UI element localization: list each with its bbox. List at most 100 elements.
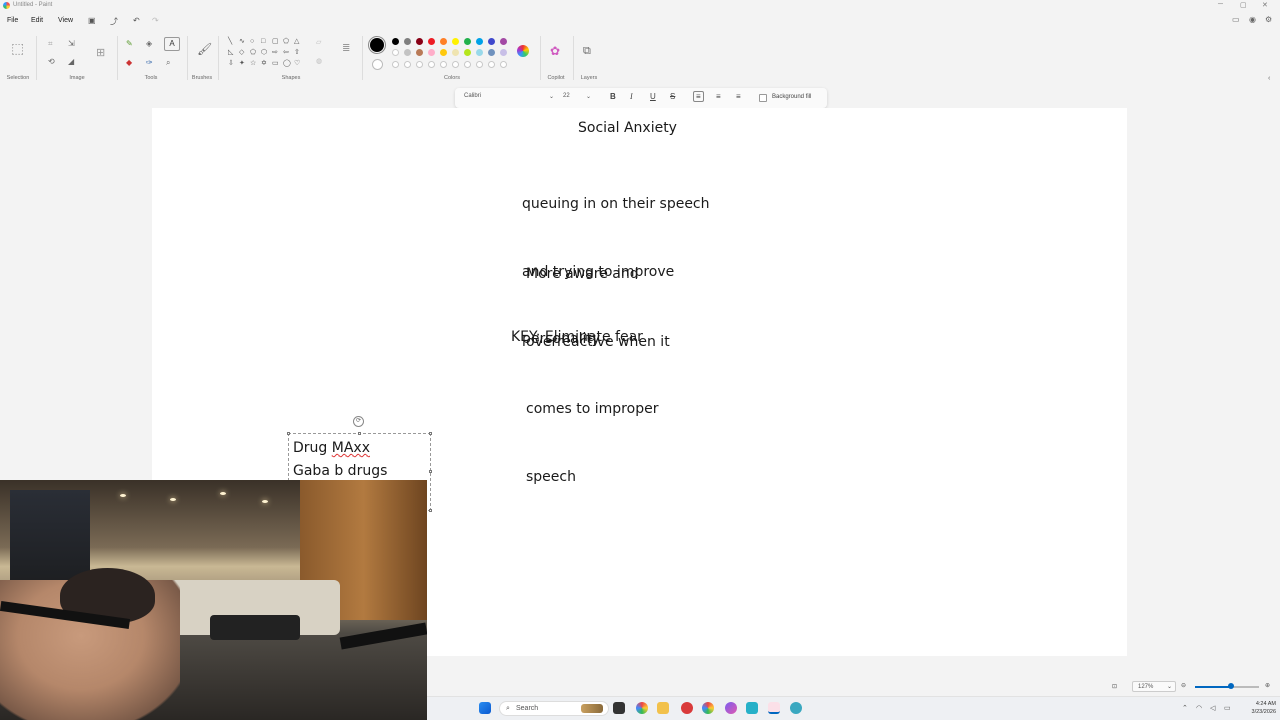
- italic-button[interactable]: I: [630, 92, 633, 101]
- custom-color-slot[interactable]: [428, 61, 435, 68]
- six-point-star-shape-icon[interactable]: ✡: [261, 60, 267, 67]
- magnifier-icon[interactable]: ⌕: [166, 59, 170, 67]
- color-swatch[interactable]: [428, 49, 435, 56]
- custom-color-slot[interactable]: [500, 61, 507, 68]
- custom-color-slot[interactable]: [488, 61, 495, 68]
- color-swatch[interactable]: [488, 49, 495, 56]
- align-right-icon[interactable]: ≡: [736, 92, 741, 101]
- outline-icon[interactable]: ▱: [316, 39, 321, 46]
- paint-taskbar-icon[interactable]: [768, 702, 780, 714]
- copilot-taskbar-icon[interactable]: [725, 702, 737, 714]
- line-shape-icon[interactable]: ╲: [228, 38, 232, 45]
- menu-edit[interactable]: Edit: [31, 17, 43, 24]
- color-swatch[interactable]: [428, 38, 435, 45]
- image-select-icon[interactable]: ⊞: [96, 48, 105, 59]
- comment-icon[interactable]: ▭: [1232, 15, 1240, 24]
- rotate-icon[interactable]: ⟲: [48, 58, 55, 66]
- zoom-in-icon[interactable]: ⊕: [1265, 682, 1270, 689]
- custom-color-slot[interactable]: [416, 61, 423, 68]
- menu-view[interactable]: View: [58, 17, 73, 24]
- color-swatch[interactable]: [416, 38, 423, 45]
- color-swatch[interactable]: [452, 38, 459, 45]
- collapse-ribbon-icon[interactable]: ‹: [1268, 75, 1270, 82]
- share-icon[interactable]: ⤴: [110, 16, 118, 27]
- zoom-slider-thumb[interactable]: [1227, 683, 1234, 689]
- arrow-down-shape-icon[interactable]: ⇩: [228, 60, 234, 67]
- start-icon[interactable]: [479, 702, 491, 714]
- font-dropdown[interactable]: Calibri ⌄: [464, 93, 554, 103]
- color-swatch[interactable]: [440, 49, 447, 56]
- taskbar-search[interactable]: ⌕ Search: [499, 701, 609, 716]
- save-icon[interactable]: ▣: [88, 16, 96, 25]
- secondary-color-swatch[interactable]: [372, 59, 383, 70]
- callout-oval-shape-icon[interactable]: ◯: [283, 60, 291, 67]
- color-swatch[interactable]: [404, 38, 411, 45]
- undo-icon[interactable]: ↶: [133, 16, 140, 25]
- color-swatch[interactable]: [464, 38, 471, 45]
- four-point-star-shape-icon[interactable]: ✦: [239, 60, 245, 67]
- settings-icon[interactable]: ⚙: [1265, 15, 1272, 24]
- rotate-handle-icon[interactable]: ⟳: [353, 416, 364, 427]
- fit-to-window-icon[interactable]: ⊡: [1112, 683, 1117, 690]
- maximize-icon[interactable]: ▢: [1240, 1, 1247, 9]
- right-triangle-shape-icon[interactable]: ◺: [228, 49, 233, 56]
- redo-icon[interactable]: ↷: [152, 16, 159, 25]
- arrow-right-shape-icon[interactable]: ⇨: [272, 49, 278, 56]
- custom-color-slot[interactable]: [392, 61, 399, 68]
- resize-handle[interactable]: [429, 509, 432, 512]
- curve-shape-icon[interactable]: ∿: [239, 38, 245, 45]
- color-swatch[interactable]: [500, 49, 507, 56]
- resize-handle[interactable]: [358, 432, 361, 435]
- color-swatch[interactable]: [488, 38, 495, 45]
- strikethrough-button[interactable]: S: [670, 92, 675, 101]
- five-point-star-shape-icon[interactable]: ☆: [250, 60, 256, 67]
- color-swatch[interactable]: [392, 38, 399, 45]
- brush-icon[interactable]: 🖌: [197, 43, 212, 55]
- text-tool-icon[interactable]: A: [164, 37, 180, 51]
- volume-icon[interactable]: ◁: [1210, 704, 1215, 712]
- app-icon-teal[interactable]: [790, 702, 802, 714]
- hexagon-shape-icon[interactable]: ⬡: [261, 49, 267, 56]
- arrow-left-shape-icon[interactable]: ⇦: [283, 49, 289, 56]
- color-swatch[interactable]: [500, 38, 507, 45]
- close-icon[interactable]: ✕: [1262, 1, 1268, 9]
- edit-colors-icon[interactable]: [517, 45, 529, 57]
- custom-color-slot[interactable]: [476, 61, 483, 68]
- color-swatch[interactable]: [452, 49, 459, 56]
- resize-handle[interactable]: [287, 432, 290, 435]
- color-swatch[interactable]: [476, 49, 483, 56]
- taskbar-clock[interactable]: 4:24 AM 3/23/2026: [1252, 700, 1276, 716]
- diamond-shape-icon[interactable]: ◇: [239, 49, 244, 56]
- color-swatch[interactable]: [392, 49, 399, 56]
- heart-shape-icon[interactable]: ♡: [294, 60, 300, 67]
- rectangle-shape-icon[interactable]: □: [261, 38, 265, 45]
- menu-file[interactable]: File: [7, 17, 18, 24]
- shape-fill-icon[interactable]: ◍: [316, 58, 322, 65]
- copilot-icon[interactable]: ✿: [550, 45, 560, 57]
- chrome-profile-icon[interactable]: [702, 702, 714, 714]
- bold-button[interactable]: B: [610, 92, 616, 101]
- underline-button[interactable]: U: [650, 92, 656, 101]
- zoom-dropdown[interactable]: 127% ⌄: [1132, 681, 1176, 692]
- fill-icon[interactable]: ◈: [146, 40, 152, 48]
- resize-handle[interactable]: [429, 470, 432, 473]
- callout-rect-shape-icon[interactable]: ▭: [272, 60, 279, 67]
- notepad-icon[interactable]: [746, 702, 758, 714]
- primary-color-swatch[interactable]: [368, 36, 386, 54]
- background-fill-checkbox[interactable]: [759, 94, 767, 102]
- flip-icon[interactable]: ◢: [68, 58, 74, 66]
- task-view-icon[interactable]: [613, 702, 625, 714]
- color-swatch[interactable]: [404, 49, 411, 56]
- resize-icon[interactable]: ⇲: [68, 40, 75, 48]
- polygon-shape-icon[interactable]: ⬠: [283, 38, 289, 45]
- align-center-icon[interactable]: ≡: [716, 92, 721, 101]
- arrow-up-shape-icon[interactable]: ⇧: [294, 49, 300, 56]
- color-swatch[interactable]: [440, 38, 447, 45]
- tray-chevron-icon[interactable]: ⌃: [1182, 704, 1188, 712]
- custom-color-slot[interactable]: [464, 61, 471, 68]
- color-swatch[interactable]: [464, 49, 471, 56]
- file-explorer-icon[interactable]: [657, 702, 669, 714]
- color-swatch[interactable]: [476, 38, 483, 45]
- chrome-icon[interactable]: [636, 702, 648, 714]
- pencil-icon[interactable]: ✎: [126, 40, 133, 48]
